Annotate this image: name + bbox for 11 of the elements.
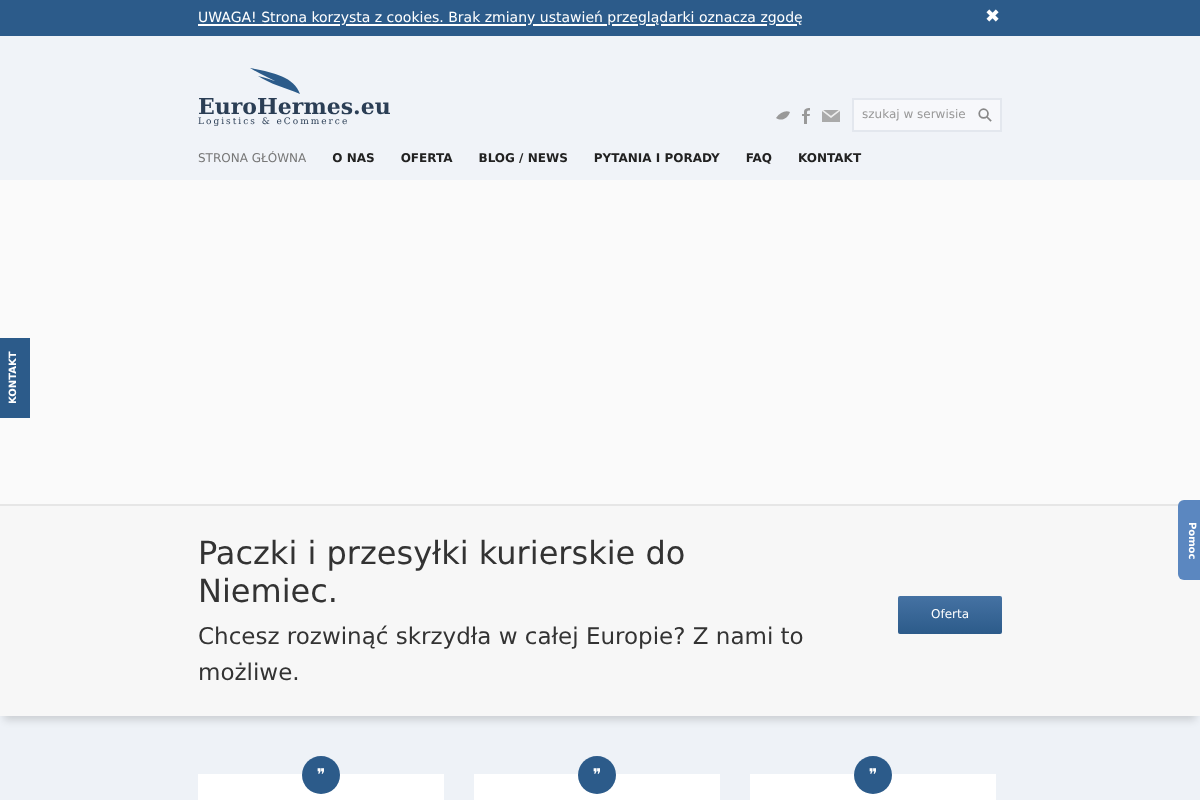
mail-icon[interactable] — [822, 109, 840, 121]
quote-badge: ❞ — [302, 756, 340, 794]
callout-title: Paczki i przesyłki kurierskie do Niemiec. — [198, 534, 688, 610]
facebook-icon[interactable] — [802, 107, 810, 123]
wing-icon — [250, 67, 302, 95]
quote-badge: ❞ — [854, 756, 892, 794]
callout-subtitle: Chcesz rozwinąć skrzydła w całej Europie? Z nami to możliwe. — [198, 620, 806, 690]
logo-name: EuroHermes.eu — [198, 95, 391, 117]
close-button[interactable]: ✖ — [984, 9, 1000, 27]
search-icon[interactable] — [978, 108, 992, 122]
quote-badge: ❞ — [578, 756, 616, 794]
